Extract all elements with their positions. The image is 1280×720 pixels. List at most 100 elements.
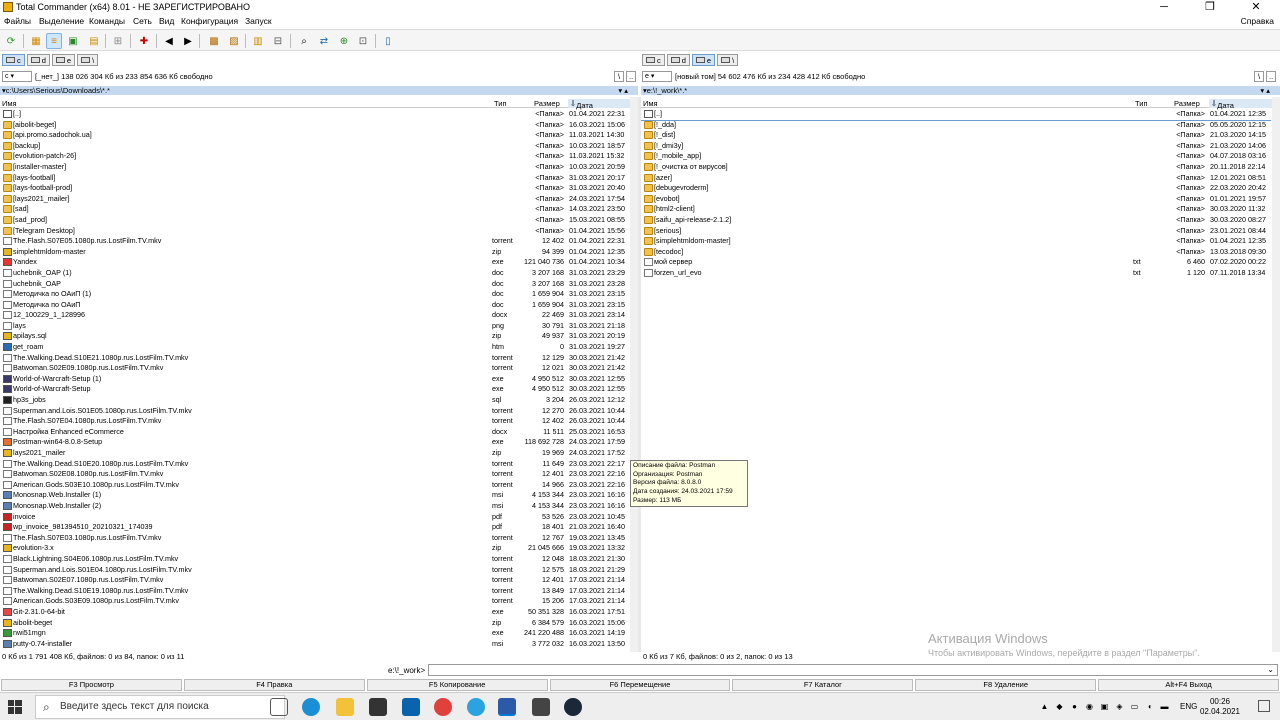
- notepad-icon[interactable]: ▯: [380, 33, 396, 49]
- file-row[interactable]: Git-2.31.0-64-bit exe 50 351 328 16.03.2021…: [0, 607, 630, 618]
- file-row[interactable]: Batwoman.S02E07.1080p.rus.LostFilm.TV.mk…: [0, 575, 630, 586]
- telegram-icon[interactable]: [467, 698, 485, 716]
- file-row[interactable]: invoice pdf 53 526 23.03.2021 10:45: [0, 512, 630, 523]
- left-root-button[interactable]: \: [614, 71, 625, 82]
- folder-row[interactable]: [!_dist] <Папка> 21.03.2020 14:15: [641, 130, 1271, 141]
- folder-row[interactable]: [backup] <Папка> 10.03.2021 18:57: [0, 141, 630, 152]
- sync-dirs-icon[interactable]: ⇄: [316, 33, 332, 49]
- menu-configuration[interactable]: Конфигурация: [181, 16, 238, 26]
- left-drive-network[interactable]: \: [77, 54, 99, 66]
- maximize-button[interactable]: ❐: [1187, 0, 1233, 14]
- invert-selection-icon[interactable]: ✚: [136, 33, 152, 49]
- file-row[interactable]: The.Flash.S07E05.1080p.rus.LostFilm.TV.m…: [0, 236, 630, 247]
- steam-icon[interactable]: [564, 698, 582, 716]
- file-row[interactable]: The.Walking.Dead.S10E20.1080p.rus.LostFi…: [0, 459, 630, 470]
- folder-row[interactable]: [Telegram Desktop] <Папка> 01.04.2021 15:5…: [0, 226, 630, 237]
- multi-rename-icon[interactable]: ▥: [250, 33, 266, 49]
- menu-start[interactable]: Запуск: [245, 16, 272, 26]
- col-size[interactable]: Размер: [1174, 99, 1200, 108]
- col-ext[interactable]: Тип: [1135, 99, 1148, 108]
- windows-start-icon[interactable]: [8, 700, 22, 714]
- left-scrollbar[interactable]: [630, 97, 638, 652]
- unpack-icon[interactable]: ▨: [226, 33, 242, 49]
- file-row[interactable]: simplehtmldom-master zip 94 399 01.04.2021 …: [0, 247, 630, 258]
- menu-view[interactable]: Вид: [159, 16, 174, 26]
- menu-files[interactable]: Файлы: [4, 16, 31, 26]
- notifications-icon[interactable]: [1258, 700, 1270, 712]
- right-drive-c[interactable]: c: [642, 54, 665, 66]
- file-row[interactable]: aibolit-beget zip 6 384 579 16.03.2021 15:0…: [0, 618, 630, 629]
- folder-row[interactable]: [serious] <Папка> 23.01.2021 08:44: [641, 226, 1271, 237]
- tray-app-icon[interactable]: ▣: [1100, 702, 1109, 711]
- folder-row[interactable]: [evobot] <Папка> 01.01.2021 19:57: [641, 194, 1271, 205]
- folder-row[interactable]: [azer] <Папка> 12.01.2021 08:51: [641, 173, 1271, 184]
- network-icon[interactable]: ▭: [1130, 702, 1139, 711]
- tray-app-icon[interactable]: ◈: [1115, 702, 1124, 711]
- col-size[interactable]: Размер: [534, 99, 560, 108]
- file-row[interactable]: Monosnap.Web.Installer (2) msi 4 153 344 23…: [0, 501, 630, 512]
- filter-icon[interactable]: ⊞: [110, 33, 126, 49]
- folder-row[interactable]: [simplehtmldom-master] <Папка> 01.04.2021 …: [641, 236, 1271, 247]
- language-indicator[interactable]: ENG: [1180, 702, 1197, 711]
- folder-row[interactable]: [html2-client] <Папка> 30.03.2020 11:32: [641, 204, 1271, 215]
- file-row[interactable]: Superman.and.Lois.S01E05.1080p.rus.LostF…: [0, 406, 630, 417]
- alt-f4-exit-button[interactable]: Alt+F4 Выход: [1098, 679, 1280, 691]
- file-row[interactable]: uchebnik_OAP (1) doc 3 207 168 31.03.2021 2…: [0, 268, 630, 279]
- file-row[interactable]: nwi51mgn exe 241 220 488 16.03.2021 14:19: [0, 628, 630, 639]
- refresh-icon[interactable]: ⟳: [3, 33, 19, 49]
- total-commander-icon[interactable]: [498, 698, 516, 716]
- file-row[interactable]: World-of-Warcraft-Setup exe 4 950 512 30.03…: [0, 384, 630, 395]
- left-drive-c[interactable]: c: [2, 54, 25, 66]
- file-row[interactable]: The.Flash.S07E04.1080p.rus.LostFilm.TV.m…: [0, 416, 630, 427]
- file-row[interactable]: 12_100229_1_128996 docx 22 469 31.03.2021 2…: [0, 310, 630, 321]
- folder-row[interactable]: [saifu_api-release-2.1.2] <Папка> 30.03.20…: [641, 215, 1271, 226]
- left-drive-e[interactable]: e: [51, 54, 76, 66]
- file-row[interactable]: The.Flash.S07E03.1080p.rus.LostFilm.TV.m…: [0, 533, 630, 544]
- battery-icon[interactable]: ▬: [1160, 702, 1169, 711]
- utility-icon[interactable]: [532, 698, 550, 716]
- file-row[interactable]: forzen_url_evo txt 1 120 07.11.2018 13:34: [641, 268, 1271, 279]
- file-row[interactable]: Настройка Enhanced eCommerce docx 11 511 25…: [0, 427, 630, 438]
- file-row[interactable]: wp_invoice_981394510_20210321_174039 pdf 1…: [0, 522, 630, 533]
- folder-row[interactable]: [!_dmi3y] <Папка> 21.03.2020 14:06: [641, 141, 1271, 152]
- folder-sync-icon[interactable]: ▤: [86, 33, 102, 49]
- folder-row[interactable]: [lays-football-prod] <Папка> 31.03.2021 20…: [0, 183, 630, 194]
- file-row[interactable]: Black.Lightning.S04E06.1080p.rus.LostFil…: [0, 554, 630, 565]
- col-ext[interactable]: Тип: [494, 99, 507, 108]
- tree-view-icon[interactable]: ▣: [65, 33, 81, 49]
- edge-icon[interactable]: [302, 698, 320, 716]
- file-row[interactable]: The.Walking.Dead.S10E19.1080p.rus.LostFi…: [0, 586, 630, 597]
- tray-app-icon[interactable]: ●: [1070, 702, 1079, 711]
- tray-app-icon[interactable]: ◉: [1085, 702, 1094, 711]
- folder-row[interactable]: [installer-master] <Папка> 10.03.2021 20:5…: [0, 162, 630, 173]
- command-line-input[interactable]: ⌄: [428, 664, 1278, 676]
- minimize-button[interactable]: ─: [1141, 0, 1187, 14]
- left-up-button[interactable]: ..: [626, 71, 637, 82]
- left-drive-d[interactable]: d: [26, 54, 50, 66]
- forward-arrow-icon[interactable]: ▶: [180, 33, 196, 49]
- file-row[interactable]: get_roam htm 0 31.03.2021 19:27: [0, 342, 630, 353]
- folder-row[interactable]: [sad_prod] <Папка> 15.03.2021 08:55: [0, 215, 630, 226]
- folder-row[interactable]: [debugevroderm] <Папка> 22.03.2020 20:42: [641, 183, 1271, 194]
- file-row[interactable]: putty-0.74-installer msi 3 772 032 16.03.20…: [0, 639, 630, 650]
- parent-dir-row[interactable]: [..] <Папка> 01.04.2021 12:35: [641, 109, 1271, 121]
- back-arrow-icon[interactable]: ◀: [161, 33, 177, 49]
- file-row[interactable]: Yandex exe 121 040 736 01.04.2021 10:34: [0, 257, 630, 268]
- file-row[interactable]: Batwoman.S02E08.1080p.rus.LostFilm.TV.mk…: [0, 469, 630, 480]
- file-row[interactable]: Superman.and.Lois.S01E04.1080p.rus.LostF…: [0, 565, 630, 576]
- right-up-button[interactable]: ..: [1266, 71, 1277, 82]
- file-row[interactable]: Batwoman.S02E09.1080p.rus.LostFilm.TV.mk…: [0, 363, 630, 374]
- right-drive-network[interactable]: \: [717, 54, 739, 66]
- file-row[interactable]: мой сервер txt 6 460 07.02.2020 00:22: [641, 257, 1271, 268]
- taskbar-clock[interactable]: 00:26 02.04.2021: [1200, 697, 1240, 717]
- chrome-icon[interactable]: [434, 698, 452, 716]
- file-row[interactable]: lays png 30 791 31.03.2021 21:18: [0, 321, 630, 332]
- col-date[interactable]: ⇩ Дата: [568, 99, 634, 110]
- folder-row[interactable]: [evolution-patch-26] <Папка> 11.03.2021 15…: [0, 151, 630, 162]
- f6-move-button[interactable]: F6 Перемещение: [549, 679, 731, 691]
- file-row[interactable]: hp3s_jobs sql 3 204 26.03.2021 12:12: [0, 395, 630, 406]
- file-row[interactable]: lays2021_mailer zip 19 969 24.03.2021 17:52: [0, 448, 630, 459]
- f4-edit-button[interactable]: F4 Правка: [183, 679, 365, 691]
- right-drive-d[interactable]: d: [666, 54, 690, 66]
- menu-selection[interactable]: Выделение: [39, 16, 84, 26]
